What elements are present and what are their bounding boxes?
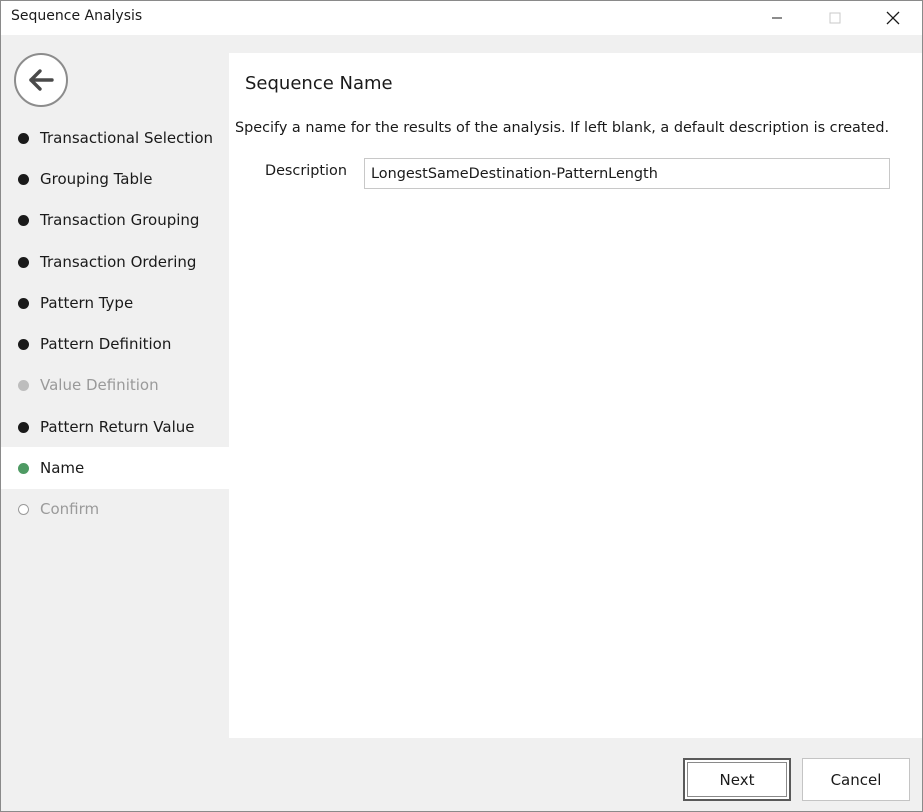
- step-label: Transaction Ordering: [40, 252, 197, 271]
- step-dot: [18, 339, 29, 351]
- maximize-icon: [829, 12, 841, 23]
- step-dot: [18, 421, 29, 433]
- window-title: Sequence Analysis: [11, 8, 143, 24]
- cancel-button[interactable]: Cancel: [802, 758, 910, 801]
- step-label: Grouping Table: [40, 169, 153, 188]
- step-pattern-type[interactable]: Pattern Type: [1, 282, 229, 323]
- step-dot: [18, 173, 29, 185]
- step-label: Pattern Definition: [40, 335, 172, 354]
- step-label: Confirm: [40, 500, 100, 519]
- wizard-sidebar: Transactional Selection Grouping Table T…: [1, 35, 229, 738]
- step-label: Pattern Return Value: [40, 417, 195, 436]
- next-button[interactable]: Next: [683, 758, 791, 801]
- title-bar: Sequence Analysis: [1, 1, 922, 35]
- step-label: Transaction Grouping: [40, 211, 200, 230]
- step-grouping-table[interactable]: Grouping Table: [1, 158, 229, 199]
- step-label: Value Definition: [40, 376, 159, 395]
- page-title: Sequence Name: [245, 73, 393, 94]
- instructions-text: Specify a name for the results of the an…: [235, 120, 890, 136]
- step-label: Name: [40, 459, 85, 478]
- step-transaction-grouping[interactable]: Transaction Grouping: [1, 200, 229, 241]
- step-pattern-return-value[interactable]: Pattern Return Value: [1, 406, 229, 447]
- step-dot: [18, 380, 29, 392]
- main-panel: Sequence Name Specify a name for the res…: [229, 53, 922, 738]
- maximize-button[interactable]: [806, 1, 864, 34]
- close-button[interactable]: [864, 1, 922, 34]
- wizard-steps: Transactional Selection Grouping Table T…: [1, 117, 229, 530]
- step-dot: [18, 504, 29, 516]
- step-label: Transactional Selection: [40, 128, 214, 147]
- step-confirm[interactable]: Confirm: [1, 489, 229, 530]
- step-value-definition: Value Definition: [1, 365, 229, 406]
- minimize-button[interactable]: [748, 1, 806, 34]
- step-dot: [18, 132, 29, 144]
- step-name[interactable]: Name: [1, 447, 229, 489]
- step-pattern-definition[interactable]: Pattern Definition: [1, 323, 229, 364]
- step-label: Pattern Type: [40, 293, 134, 312]
- minimize-icon: [772, 17, 782, 18]
- sequence-analysis-window: Sequence Analysis Transactional Selectio…: [0, 0, 923, 812]
- footer-bar: Next Cancel: [1, 738, 922, 811]
- description-label: Description: [265, 163, 347, 179]
- step-dot: [18, 297, 29, 309]
- back-button[interactable]: [14, 53, 68, 107]
- close-icon: [886, 11, 900, 24]
- arrow-left-icon: [29, 69, 54, 91]
- step-transactional-selection[interactable]: Transactional Selection: [1, 117, 229, 158]
- step-dot: [18, 463, 29, 475]
- step-dot: [18, 215, 29, 227]
- description-input[interactable]: [364, 158, 890, 189]
- step-dot: [18, 256, 29, 268]
- step-transaction-ordering[interactable]: Transaction Ordering: [1, 241, 229, 282]
